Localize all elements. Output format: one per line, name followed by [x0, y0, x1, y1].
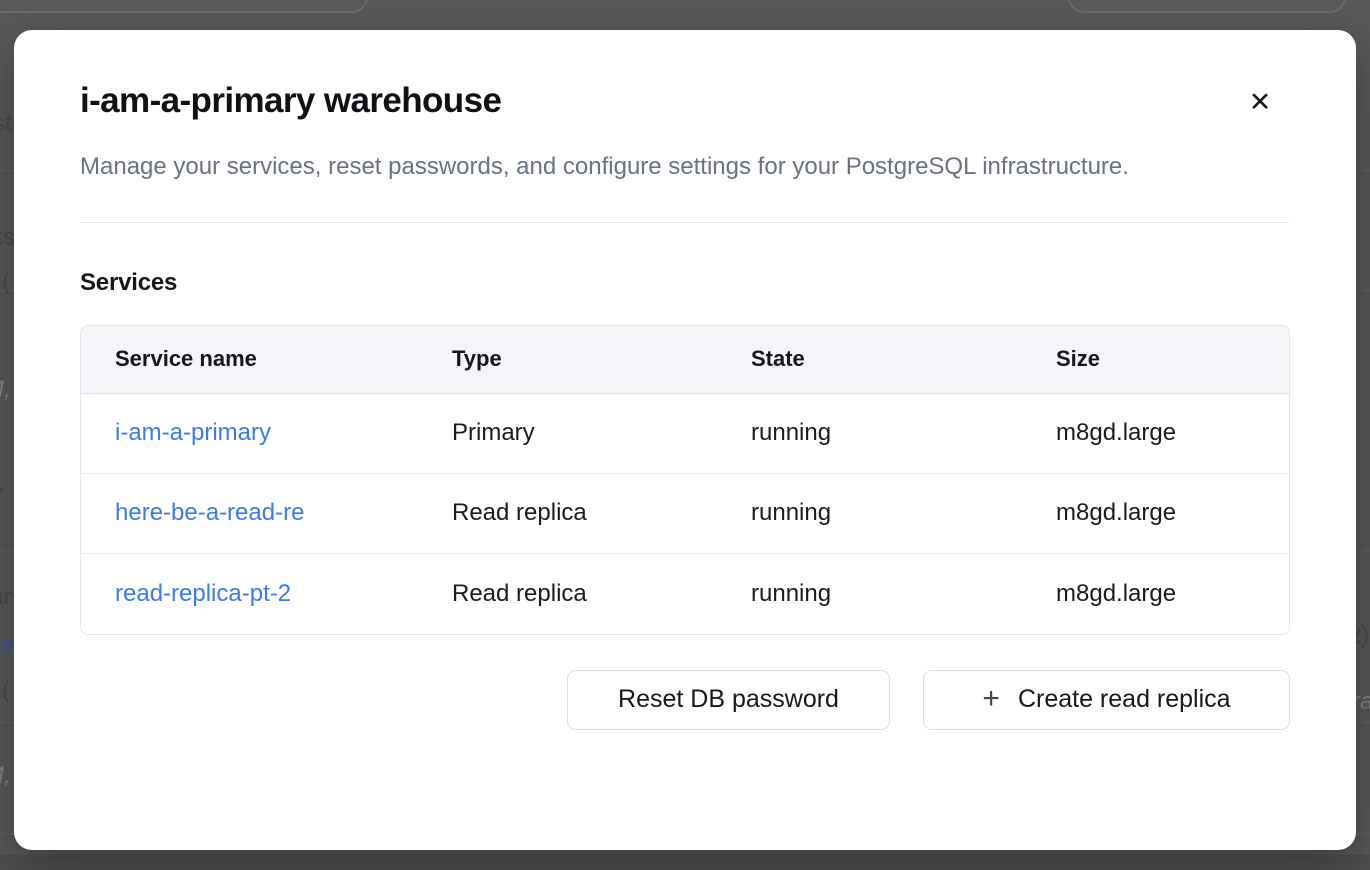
background-toolbar-left: [0, 0, 368, 13]
plus-icon: +: [982, 684, 1000, 714]
header-divider: [80, 222, 1290, 223]
column-header-state: State: [717, 346, 1022, 372]
reset-db-password-button[interactable]: Reset DB password: [567, 670, 890, 730]
table-row: here-be-a-read-re Read replica running m…: [81, 474, 1289, 554]
column-header-type: Type: [418, 346, 717, 372]
service-type: Read replica: [418, 499, 717, 527]
reset-db-password-label: Reset DB password: [618, 685, 839, 714]
close-icon[interactable]: ✕: [1238, 80, 1282, 124]
background-text-fragment: M,: [0, 376, 11, 404]
table-row: read-replica-pt-2 Read replica running m…: [81, 554, 1289, 634]
service-state: running: [717, 580, 1022, 608]
background-text-fragment: ks: [0, 224, 15, 252]
service-type: Read replica: [418, 580, 717, 608]
table-row: i-am-a-primary Primary running m8gd.larg…: [81, 394, 1289, 474]
modal-actions: Reset DB password + Create read replica: [80, 670, 1290, 730]
column-header-size: Size: [1022, 346, 1289, 372]
table-header-row: Service name Type State Size: [81, 326, 1289, 394]
background-text-fragment: M,: [0, 762, 11, 790]
service-size: m8gd.large: [1022, 419, 1289, 447]
background-footer-band: [0, 855, 1370, 870]
modal-description: Manage your services, reset passwords, a…: [80, 145, 1230, 188]
background-toolbar-right: [1068, 0, 1346, 13]
column-header-service-name: Service name: [81, 346, 418, 372]
modal-header: i-am-a-primary warehouse ✕: [80, 82, 1290, 121]
background-text-fragment: (: [2, 268, 10, 296]
background-text-fragment: (: [2, 677, 10, 705]
service-size: m8gd.large: [1022, 499, 1289, 527]
service-type: Primary: [418, 419, 717, 447]
service-details-modal: i-am-a-primary warehouse ✕ Manage your s…: [14, 30, 1356, 850]
services-heading: Services: [80, 269, 1290, 297]
background-text-fragment: st: [0, 110, 12, 138]
service-state: running: [717, 499, 1022, 527]
services-table: Service name Type State Size i-am-a-prim…: [80, 325, 1290, 635]
service-state: running: [717, 419, 1022, 447]
background-link-fragment: in: [0, 632, 15, 660]
service-name-link[interactable]: here-be-a-read-re: [115, 499, 304, 526]
modal-title: i-am-a-primary warehouse: [80, 82, 1290, 121]
create-read-replica-button[interactable]: + Create read replica: [923, 670, 1290, 730]
service-name-link[interactable]: i-am-a-primary: [115, 419, 271, 446]
service-name-link[interactable]: read-replica-pt-2: [115, 580, 291, 607]
background-text-fragment: y: [0, 480, 3, 508]
service-size: m8gd.large: [1022, 580, 1289, 608]
create-read-replica-label: Create read replica: [1018, 685, 1231, 714]
background-text-fragment: ar: [0, 583, 11, 611]
